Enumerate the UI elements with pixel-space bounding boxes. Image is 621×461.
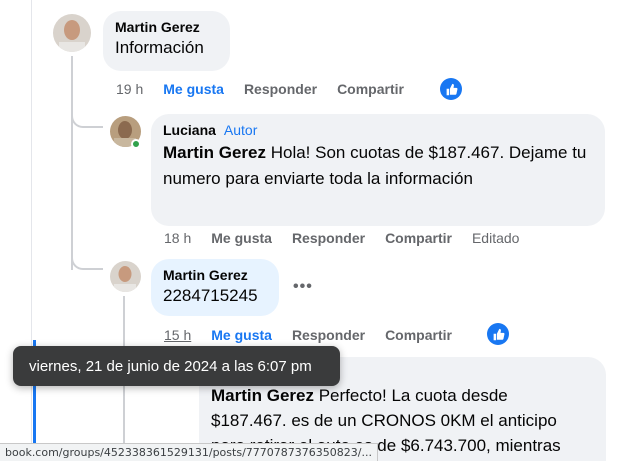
like-button[interactable]: Me gusta — [211, 230, 272, 246]
comment-bubble: Luciana Autor Martin Gerez Hola! Son cuot… — [151, 114, 605, 226]
comment-timestamp[interactable]: 15 h — [164, 327, 191, 343]
share-button[interactable]: Compartir — [337, 81, 404, 97]
profile-photo-martin — [110, 261, 141, 292]
thread-line-main — [71, 56, 73, 270]
more-options-icon[interactable]: ••• — [293, 278, 313, 296]
comment-bubble: Martin Gerez Información — [103, 11, 230, 71]
share-button[interactable]: Compartir — [385, 327, 452, 343]
profile-photo-martin — [53, 14, 91, 52]
reply-button[interactable]: Responder — [244, 81, 317, 97]
thread-connector-reply1 — [71, 112, 103, 128]
thumbs-up-icon[interactable] — [487, 323, 509, 345]
like-button[interactable]: Me gusta — [163, 81, 224, 97]
comment-body-line: $187.467. es de un CRONOS 0KM el anticip… — [211, 411, 557, 430]
browser-status-url: book.com/groups/452338361529131/posts/77… — [0, 443, 378, 461]
comment-author[interactable]: Martin Gerez — [163, 267, 267, 283]
comment-text: 2284715245 — [163, 286, 258, 305]
thread-connector-reply2 — [71, 252, 103, 270]
timestamp-tooltip: viernes, 21 de junio de 2024 a las 6:07 … — [13, 346, 340, 386]
mention-link[interactable]: Martin Gerez — [211, 386, 314, 405]
comment-text: Información — [115, 38, 204, 57]
comment-actions: 15 h Me gusta Responder Compartir — [164, 327, 472, 343]
share-button[interactable]: Compartir — [385, 230, 452, 246]
reply-button[interactable]: Responder — [292, 230, 365, 246]
online-status-indicator — [131, 139, 141, 149]
edited-label: Editado — [471, 230, 520, 246]
comment-bubble: Martin Gerez 2284715245 — [151, 259, 279, 316]
comment-timestamp[interactable]: 19 h — [116, 81, 143, 97]
comment-text: Martin Gerez Hola! Son cuotas de $187.46… — [163, 140, 593, 192]
comment-actions: 19 h Me gusta Responder Compartir — [116, 81, 424, 97]
avatar[interactable] — [110, 261, 141, 292]
comment-body-line: Perfecto! La cuota desde — [318, 386, 508, 405]
avatar[interactable] — [53, 14, 91, 52]
author-badge: Autor — [223, 122, 258, 138]
mention-link[interactable]: Martin Gerez — [163, 143, 266, 162]
comment-author[interactable]: Martin Gerez — [115, 19, 218, 35]
comment-timestamp[interactable]: 18 h — [164, 230, 191, 246]
comment-author[interactable]: Luciana — [163, 122, 216, 138]
comment-actions: 18 h Me gusta Responder Compartir Editad… — [164, 230, 539, 246]
like-button[interactable]: Me gusta — [211, 327, 272, 343]
left-sidebar-edge — [0, 0, 32, 461]
thumbs-up-icon[interactable] — [440, 78, 462, 100]
reply-button[interactable]: Responder — [292, 327, 365, 343]
